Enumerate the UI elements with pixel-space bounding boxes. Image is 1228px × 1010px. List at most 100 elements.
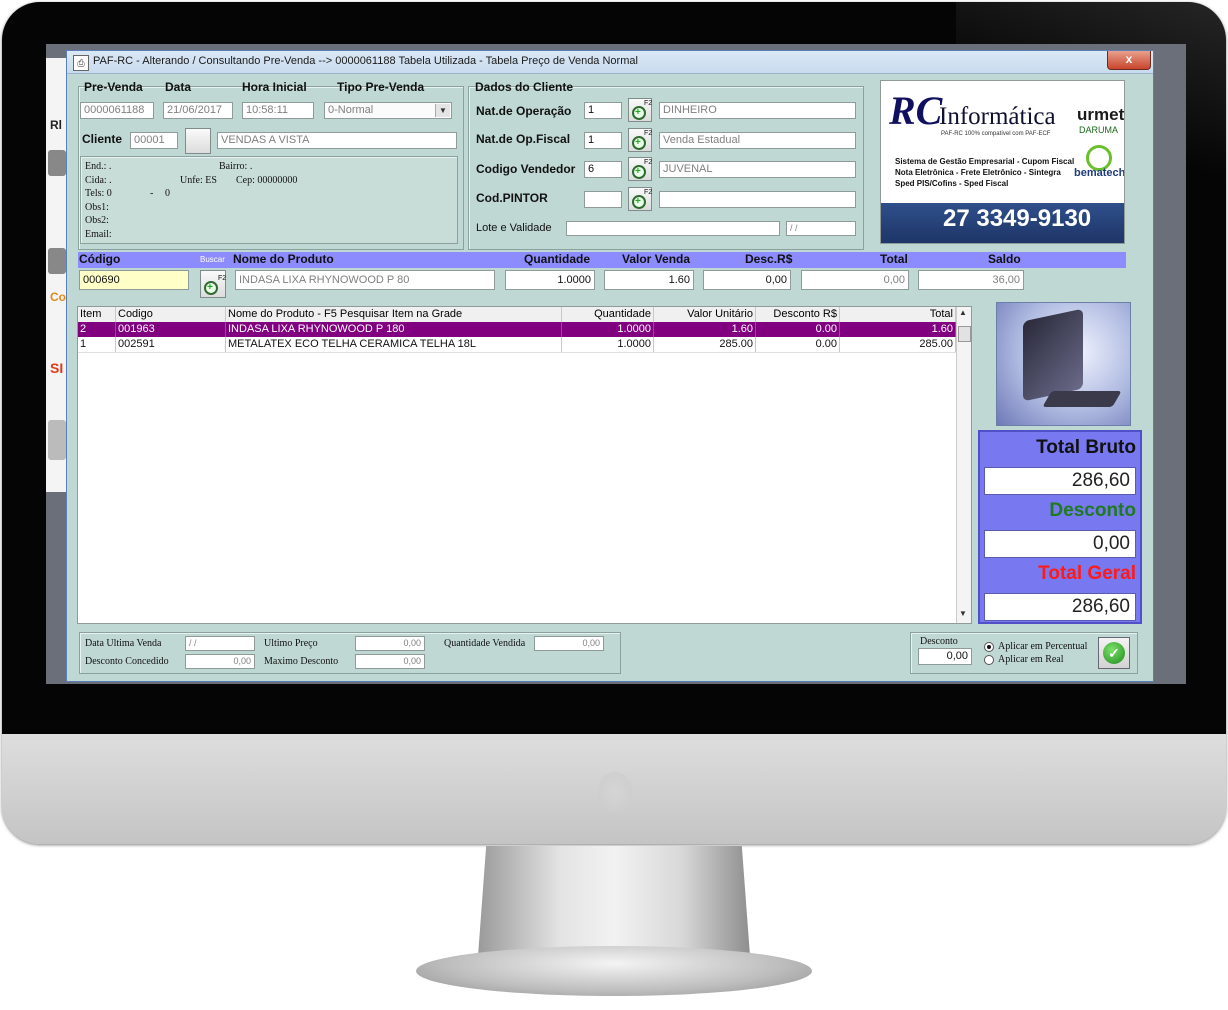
column-header-desconto[interactable]: Desconto R$ [756,307,840,322]
maximo-desconto-field[interactable]: 0,00 [355,654,425,669]
nat-operacao-desc-field[interactable]: DINHEIRO [659,102,856,119]
chevron-down-icon[interactable]: ▼ [435,104,450,117]
pintor-desc-field[interactable] [659,191,856,208]
app-icon: ⎙ [73,55,89,71]
monitor-logo [598,772,632,812]
cliente-code-field[interactable]: 00001 [130,132,178,149]
maximo-desconto-label: Maximo Desconto [264,656,339,667]
pintor-code-field[interactable] [584,191,622,208]
scroll-up-icon[interactable]: ▲ [959,308,967,317]
total-field[interactable]: 0,00 [801,270,909,290]
nat-operacao-label: Nat.de Operação [476,104,572,118]
nat-fiscal-desc-field[interactable]: Venda Estadual [659,132,856,149]
cell-desconto: 0.00 [756,337,840,352]
vendedor-label: Codigo Vendedor [476,162,576,176]
vendedor-desc-field[interactable]: JUVENAL [659,161,856,178]
cell-valor: 285.00 [654,337,756,352]
total-label: Total [880,252,908,266]
table-row[interactable]: 1 002591 METALATEX ECO TELHA CERAMICA TE… [78,337,956,353]
cliente-label: Cliente [82,132,123,146]
hora-inicial-field[interactable]: 10:58:11 [242,102,314,119]
cell-nome: INDASA LIXA RHYNOWOOD P 180 [226,322,562,337]
aplicar-real-radio[interactable] [984,655,994,665]
column-header-total[interactable]: Total [840,307,956,322]
vendedor-code-field[interactable]: 6 [584,161,622,178]
column-header-valor[interactable]: Valor Unitário [654,307,756,322]
quantidade-vendida-label: Quantidade Vendida [444,638,526,649]
saldo-field[interactable]: 36,00 [918,270,1024,290]
cell-item: 2 [78,322,116,337]
f2-shortcut-icon: F2 [644,100,653,107]
confirm-button[interactable]: ✓ [1098,637,1130,669]
nat-operacao-code-field[interactable]: 1 [584,102,622,119]
close-button[interactable]: x [1107,51,1151,70]
brand-tagline: PAF-RC 100% compatível com PAF-ECF [941,131,1051,137]
codigo-field[interactable]: 000690 [79,270,189,290]
data-field[interactable]: 21/06/2017 [163,102,233,119]
quantidade-field[interactable]: 1.0000 [505,270,595,290]
desktop-icon[interactable] [48,420,66,460]
data-ultima-venda-field[interactable]: / / [185,636,255,651]
ultimo-preco-field[interactable]: 0,00 [355,636,425,651]
produto-search-button[interactable]: + F2 [200,270,226,298]
nome-produto-field[interactable]: INDASA LIXA RHYNOWOOD P 80 [235,270,495,290]
data-label: Data [165,80,192,94]
aplicar-percentual-label: Aplicar em Percentual [998,641,1088,652]
checkmark-icon: ✓ [1103,642,1125,664]
column-header-nome[interactable]: Nome do Produto - F5 Pesquisar Item na G… [226,307,562,322]
uf-label: Unfe: ES [180,175,217,186]
nat-fiscal-search-button[interactable]: + F2 [628,128,652,152]
lote-field[interactable] [566,221,780,236]
ad-line-1: Sistema de Gestão Empresarial - Cupom Fi… [895,157,1075,166]
ad-line-2: Nota Eletrônica - Frete Eletrônico - Sin… [895,168,1061,177]
quantidade-label: Quantidade [524,252,591,266]
daruma-logo: DARUMA [1079,125,1119,135]
desconto-concedido-label: Desconto Concedido [85,656,169,667]
cliente-name-field[interactable]: VENDAS A VISTA [217,132,457,149]
data-ultima-venda-label: Data Ultima Venda [85,638,162,649]
desktop-icon[interactable] [48,248,66,274]
table-row[interactable]: 2 001963 INDASA LIXA RHYNOWOOD P 180 1.0… [78,322,956,337]
vertical-scrollbar[interactable]: ▲ ▼ [956,307,971,623]
nat-fiscal-code-field[interactable]: 1 [584,132,622,149]
valor-venda-label: Valor Venda [622,252,691,266]
validade-field[interactable]: / / [786,221,856,236]
quantidade-vendida-field[interactable]: 0,00 [534,636,604,651]
column-header-quantidade[interactable]: Quantidade [562,307,654,322]
ad-line-3: Sped PIS/Cofins - Sped Fiscal [895,179,1009,188]
nat-operacao-search-button[interactable]: + F2 [628,98,652,122]
desktop-label: SI [50,360,64,376]
aplicar-percentual-radio[interactable] [984,642,994,652]
scrollbar-thumb[interactable] [958,326,971,342]
f2-shortcut-icon: F2 [644,130,653,137]
tipo-pre-venda-value: 0-Normal [328,104,374,116]
pre-venda-field[interactable]: 0000061188 [80,102,154,119]
items-table[interactable]: Item Codigo Nome do Produto - F5 Pesquis… [77,306,972,624]
pre-venda-label: Pre-Venda [84,80,143,94]
desktop-icon[interactable] [48,150,66,176]
cliente-search-button[interactable] [185,128,211,154]
column-header-codigo[interactable]: Codigo [116,307,226,322]
cell-desconto: 0.00 [756,322,840,337]
brand-name: Informática [939,103,1056,130]
tipo-pre-venda-select[interactable]: 0-Normal ▼ [324,102,452,119]
total-geral-value: 286,60 [984,593,1136,621]
scroll-down-icon[interactable]: ▼ [959,609,967,618]
desconto-footer-field[interactable]: 0,00 [918,648,972,665]
column-header-item[interactable]: Item [78,307,116,322]
vendedor-search-button[interactable]: + F2 [628,157,652,181]
product-image [996,302,1131,426]
dados-cliente-title: Dados do Cliente [475,80,574,94]
total-bruto-label: Total Bruto [1036,437,1136,458]
keyboard-illustration [1042,391,1122,407]
desconto-concedido-field[interactable]: 0,00 [185,654,255,669]
desconto-field[interactable]: 0,00 [703,270,791,290]
desconto-label: Desc.R$ [745,252,793,266]
title-bar[interactable]: ⎙ PAF-RC - Alterando / Consultando Pre-V… [67,51,1153,74]
valor-venda-field[interactable]: 1.60 [604,270,694,290]
plus-icon: + [207,282,213,293]
pintor-search-button[interactable]: + F2 [628,187,652,211]
desktop-label: Rl [50,118,62,132]
monitor-stand-base [416,946,812,996]
codigo-label: Código [79,252,121,266]
